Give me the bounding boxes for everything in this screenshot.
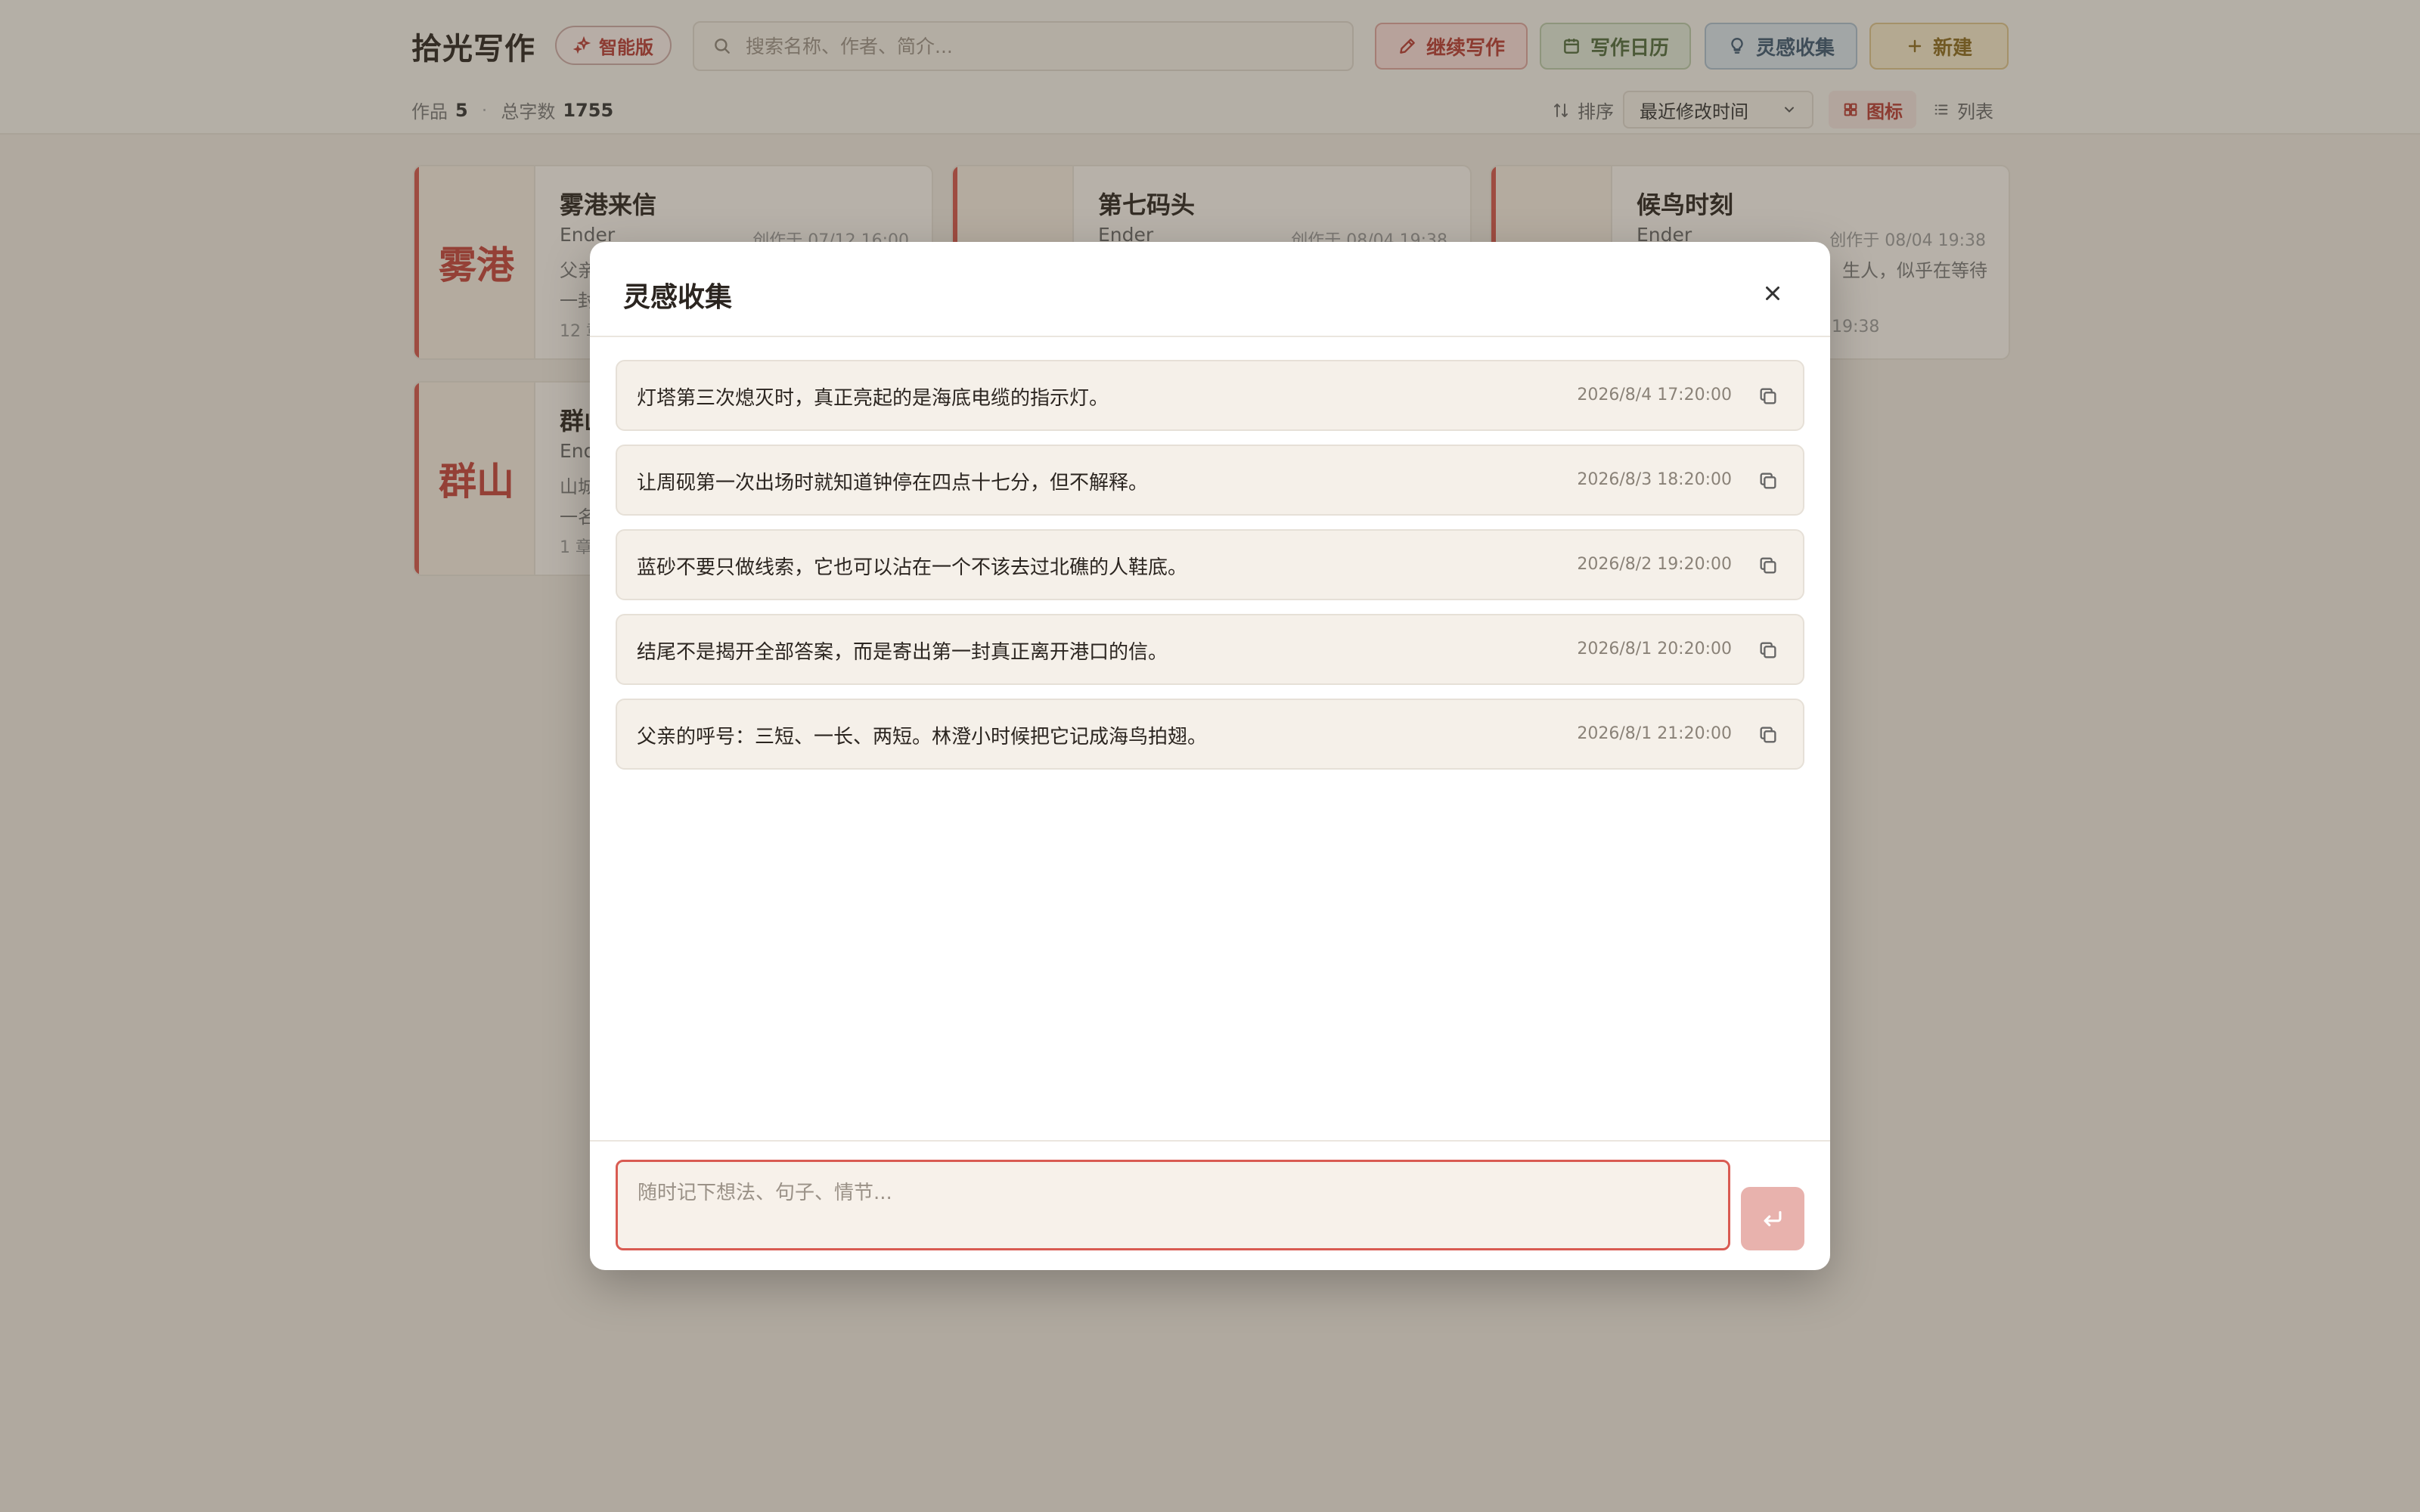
close-button[interactable]	[1758, 278, 1788, 308]
idea-timestamp: 2026/8/4 17:20:00	[1577, 386, 1732, 404]
idea-item: 蓝砂不要只做线索，它也可以沾在一个不该去过北礁的人鞋底。 2026/8/2 19…	[616, 529, 1804, 600]
copy-icon	[1760, 642, 1776, 658]
idea-compose-box[interactable]	[616, 1160, 1730, 1250]
idea-timestamp: 2026/8/2 19:20:00	[1577, 555, 1732, 574]
idea-text: 结尾不是揭开全部答案，而是寄出第一封真正离开港口的信。	[637, 641, 1168, 664]
copy-button[interactable]	[1754, 552, 1782, 579]
copy-button[interactable]	[1754, 721, 1782, 748]
idea-timestamp: 2026/8/1 21:20:00	[1577, 724, 1732, 743]
idea-item: 让周砚第一次出场时就知道钟停在四点十七分，但不解释。 2026/8/3 18:2…	[616, 445, 1804, 516]
idea-timestamp: 2026/8/1 20:20:00	[1577, 640, 1732, 658]
close-icon	[1766, 287, 1779, 300]
send-button[interactable]	[1741, 1187, 1804, 1250]
inspiration-modal: 灵感收集 灯塔第三次熄灭时，真正亮起的是海底电缆的指示灯。 2026/8/4 1…	[590, 242, 1830, 1270]
copy-button[interactable]	[1754, 637, 1782, 664]
copy-button[interactable]	[1754, 467, 1782, 494]
copy-icon	[1760, 727, 1776, 743]
modal-footer-divider	[590, 1140, 1830, 1142]
idea-text: 灯塔第三次熄灭时，真正亮起的是海底电缆的指示灯。	[637, 387, 1109, 410]
idea-text: 让周砚第一次出场时就知道钟停在四点十七分，但不解释。	[637, 472, 1149, 494]
idea-item: 结尾不是揭开全部答案，而是寄出第一封真正离开港口的信。 2026/8/1 20:…	[616, 614, 1804, 685]
modal-title: 灵感收集	[623, 282, 733, 313]
copy-button[interactable]	[1754, 383, 1782, 410]
enter-icon	[1764, 1210, 1782, 1227]
idea-compose-input[interactable]	[636, 1176, 1713, 1238]
modal-header-divider	[590, 336, 1830, 337]
idea-item: 灯塔第三次熄灭时，真正亮起的是海底电缆的指示灯。 2026/8/4 17:20:…	[616, 360, 1804, 431]
idea-timestamp: 2026/8/3 18:20:00	[1577, 470, 1732, 489]
idea-text: 蓝砂不要只做线索，它也可以沾在一个不该去过北礁的人鞋底。	[637, 556, 1188, 579]
idea-item: 父亲的呼号：三短、一长、两短。林澄小时候把它记成海鸟拍翅。 2026/8/1 2…	[616, 699, 1804, 770]
idea-text: 父亲的呼号：三短、一长、两短。林澄小时候把它记成海鸟拍翅。	[637, 726, 1208, 748]
copy-icon	[1760, 557, 1776, 574]
copy-icon	[1760, 472, 1776, 489]
copy-icon	[1760, 388, 1776, 404]
